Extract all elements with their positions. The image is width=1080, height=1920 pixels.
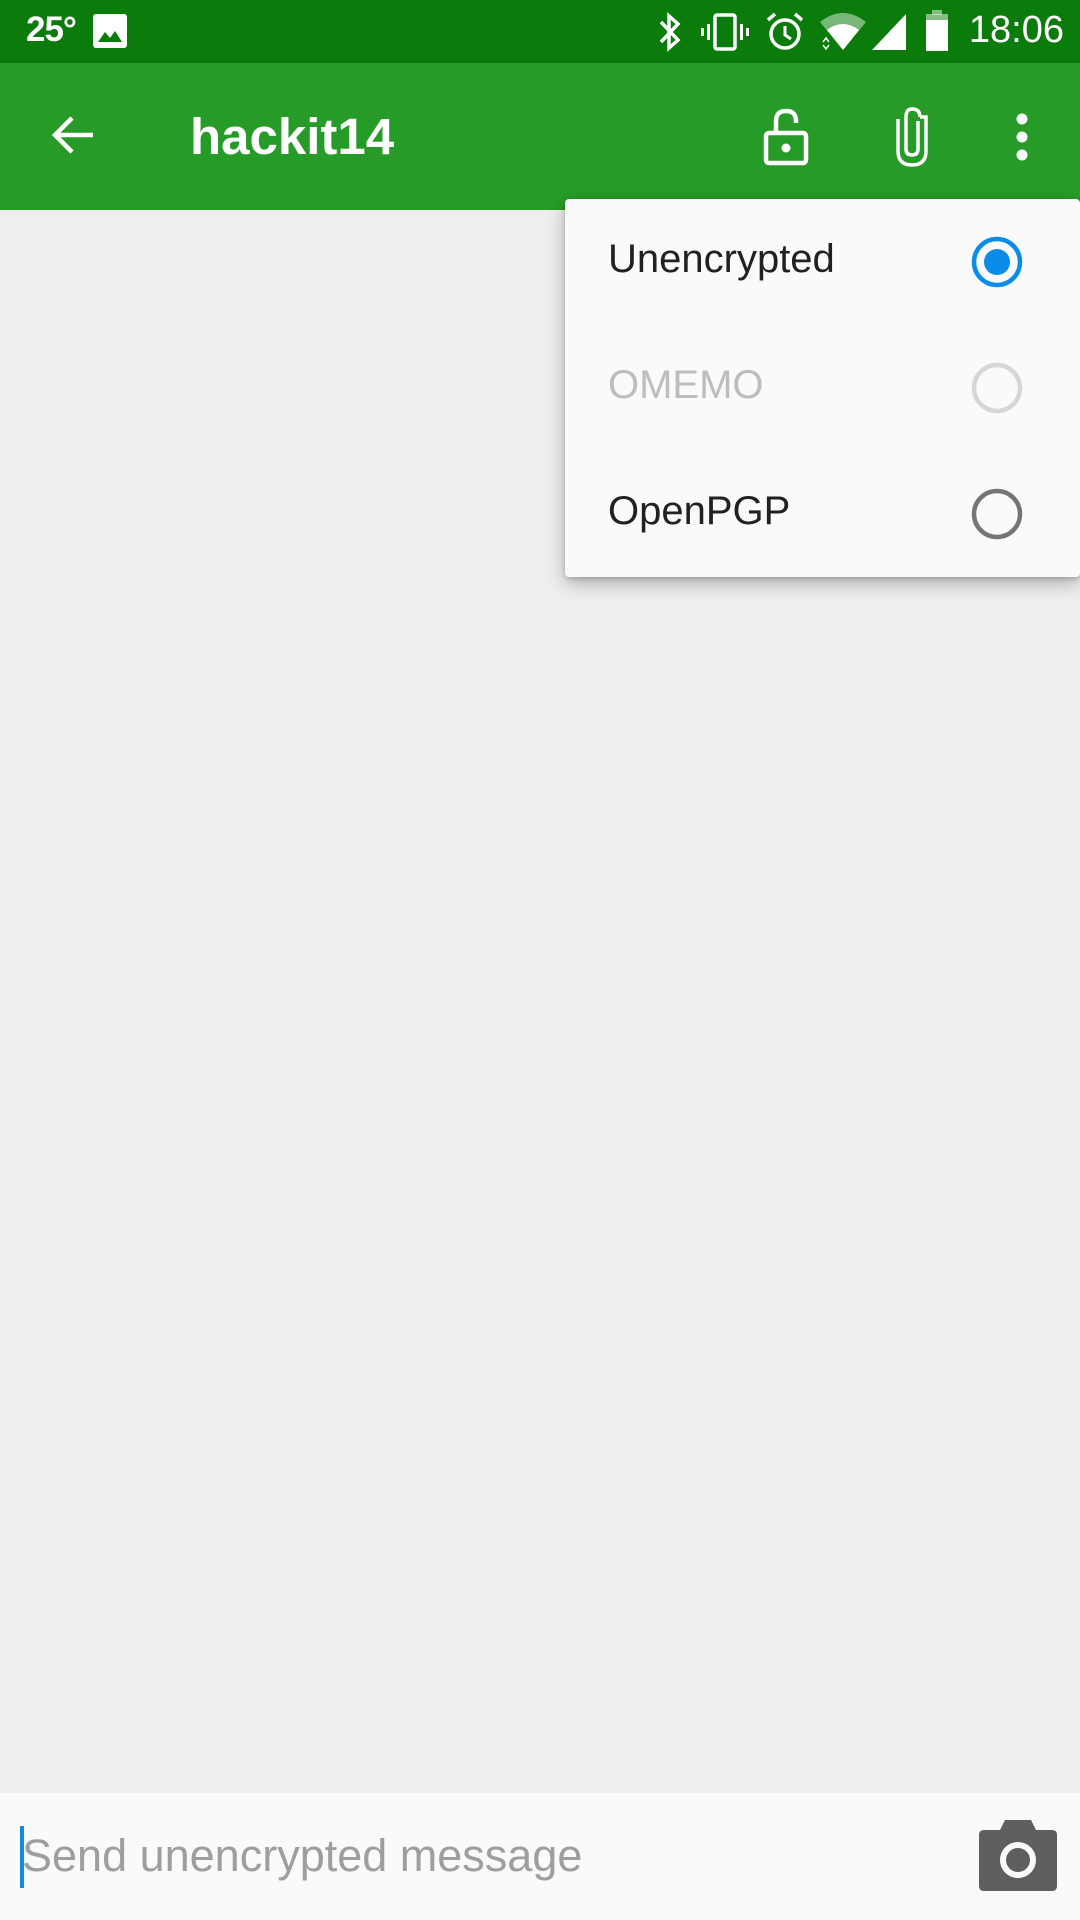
encryption-button[interactable] [746,97,826,177]
back-button[interactable] [46,107,102,163]
lock-open-icon [763,108,809,166]
app-bar: hackit14 [0,63,1080,210]
alarm-icon [764,12,806,57]
more-vert-icon [1016,113,1028,161]
menu-item-omemo: OMEMO [565,325,1080,451]
clock: 18:06 [968,9,1064,51]
camera-icon [979,1820,1057,1891]
radio-unchecked-icon[interactable] [971,488,1023,540]
message-input[interactable] [22,1823,942,1889]
attach-icon [896,107,928,167]
conversation-title[interactable]: hackit14 [190,107,394,166]
camera-button[interactable] [970,1811,1066,1901]
menu-item-label: Unencrypted [608,237,835,281]
image-notification-icon [93,14,127,53]
menu-item-unencrypted[interactable]: Unencrypted [565,199,1080,325]
radio-checked-icon[interactable] [971,236,1023,288]
menu-item-label: OpenPGP [608,489,791,533]
vibrate-icon [700,12,750,57]
arrow-back-icon [51,116,93,154]
more-options-button[interactable] [982,97,1062,177]
radio-unchecked-icon [971,362,1023,414]
temperature: 25° [26,10,77,49]
wifi-icon [818,10,868,57]
menu-item-openpgp[interactable]: OpenPGP [565,451,1080,577]
encryption-menu: Unencrypted OMEMO OpenPGP [565,199,1080,577]
message-composer [0,1793,1080,1920]
bluetooth-icon [656,12,684,57]
attach-button[interactable] [872,97,952,177]
cell-signal-icon [870,12,908,57]
menu-item-label: OMEMO [608,363,764,407]
battery-icon [924,10,950,57]
status-bar: 25° 18:06 [0,0,1080,63]
